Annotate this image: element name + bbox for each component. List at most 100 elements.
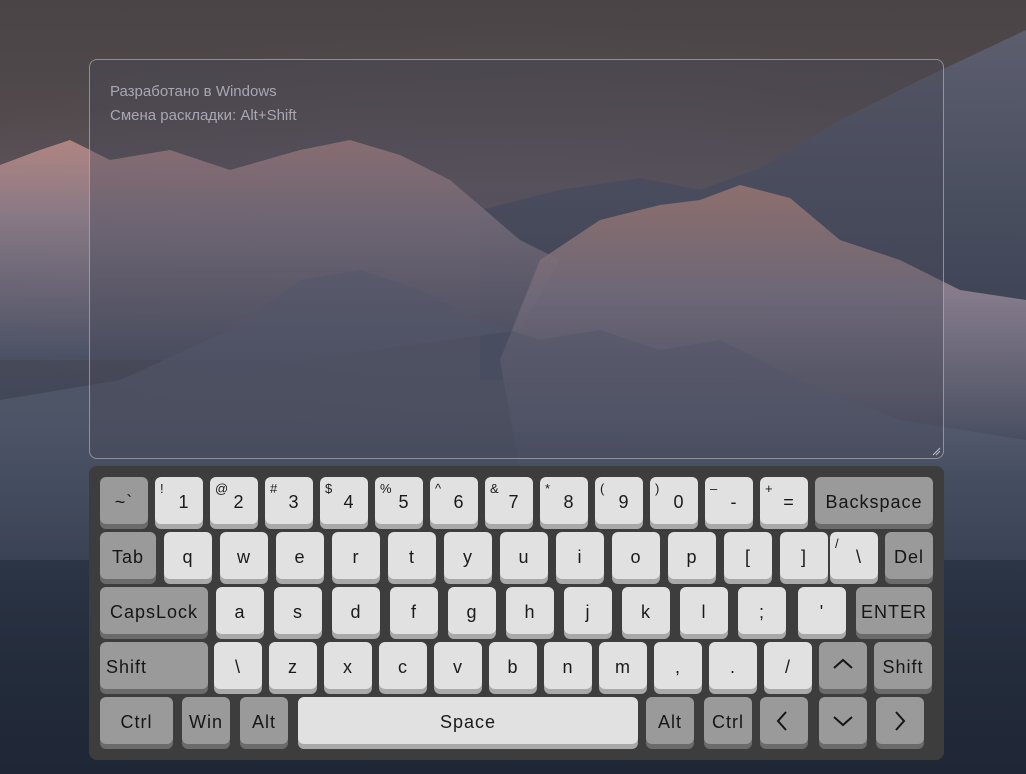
key-comma[interactable]: , xyxy=(654,642,702,689)
key-label: g xyxy=(466,602,478,622)
key-space[interactable]: Space xyxy=(298,697,638,744)
key-5[interactable]: % 5 xyxy=(375,477,423,524)
key-6[interactable]: ^ 6 xyxy=(430,477,478,524)
key-a[interactable]: a xyxy=(216,587,264,634)
key-label: CapsLock xyxy=(109,602,199,622)
key-label: 6 xyxy=(453,492,465,512)
key-o[interactable]: o xyxy=(612,532,660,579)
key-j[interactable]: j xyxy=(564,587,612,634)
key-period[interactable]: . xyxy=(709,642,757,689)
key-arrow-left[interactable] xyxy=(760,697,808,744)
key-label: \ xyxy=(234,657,241,677)
key-semicolon[interactable]: ; xyxy=(738,587,786,634)
key-bracket-right[interactable]: ] xyxy=(780,532,828,579)
key-bracket-left[interactable]: [ xyxy=(724,532,772,579)
key-alt-right[interactable]: Alt xyxy=(646,697,694,744)
key-shift-symbol: + xyxy=(765,481,773,496)
key-d[interactable]: d xyxy=(332,587,380,634)
key-b[interactable]: b xyxy=(489,642,537,689)
key-m[interactable]: m xyxy=(599,642,647,689)
key-quote[interactable]: ' xyxy=(798,587,846,634)
key-8[interactable]: * 8 xyxy=(540,477,588,524)
key-y[interactable]: y xyxy=(444,532,492,579)
key-label: o xyxy=(630,547,642,567)
key-backslash[interactable]: / \ xyxy=(830,532,878,579)
key-label: d xyxy=(350,602,362,622)
key-label: s xyxy=(293,602,303,622)
key-label: = xyxy=(783,492,795,512)
key-e[interactable]: e xyxy=(276,532,324,579)
key-slash[interactable]: / xyxy=(764,642,812,689)
key-r[interactable]: r xyxy=(332,532,380,579)
key-shift-symbol: / xyxy=(835,536,839,551)
key-shift-symbol: ^ xyxy=(435,481,442,496)
key-label: k xyxy=(641,602,651,622)
key-l[interactable]: l xyxy=(680,587,728,634)
key-f[interactable]: f xyxy=(390,587,438,634)
key-label: x xyxy=(343,657,353,677)
text-area[interactable]: Разработано в Windows Смена раскладки: A… xyxy=(89,59,944,459)
key-del[interactable]: Del xyxy=(885,532,933,579)
key-arrow-up[interactable] xyxy=(819,642,867,689)
key-minus[interactable]: – - xyxy=(705,477,753,524)
key-ctrl-left[interactable]: Ctrl xyxy=(100,697,173,744)
key-label: 0 xyxy=(673,492,685,512)
key-shift-left[interactable]: Shift xyxy=(100,642,208,689)
key-9[interactable]: (9 xyxy=(595,477,643,524)
key-x[interactable]: x xyxy=(324,642,372,689)
key-shift-symbol: # xyxy=(270,481,278,496)
key-label: f xyxy=(410,602,417,622)
key-backspace[interactable]: Backspace xyxy=(815,477,933,524)
arrow-up-icon xyxy=(833,658,853,669)
key-arrow-right[interactable] xyxy=(876,697,924,744)
key-c[interactable]: c xyxy=(379,642,427,689)
resize-grip-icon[interactable] xyxy=(931,446,941,456)
key-ctrl-right[interactable]: Ctrl xyxy=(704,697,752,744)
key-enter[interactable]: ENTER xyxy=(856,587,932,634)
key-label: q xyxy=(182,547,194,567)
key-p[interactable]: p xyxy=(668,532,716,579)
key-label: [ xyxy=(744,547,751,567)
key-3[interactable]: #3 xyxy=(265,477,313,524)
key-i[interactable]: i xyxy=(556,532,604,579)
key-arrow-down[interactable] xyxy=(819,697,867,744)
key-alt-left[interactable]: Alt xyxy=(240,697,288,744)
arrow-right-icon xyxy=(895,710,906,731)
key-label: c xyxy=(398,657,408,677)
key-v[interactable]: v xyxy=(434,642,482,689)
key-g[interactable]: g xyxy=(448,587,496,634)
key-tilde[interactable]: ~` xyxy=(100,477,148,524)
key-win[interactable]: Win xyxy=(182,697,230,744)
key-t[interactable]: t xyxy=(388,532,436,579)
key-label: 8 xyxy=(563,492,575,512)
key-label: l xyxy=(701,602,707,622)
key-label: h xyxy=(524,602,536,622)
key-w[interactable]: w xyxy=(220,532,268,579)
key-7[interactable]: & 7 xyxy=(485,477,533,524)
key-2[interactable]: @2 xyxy=(210,477,258,524)
key-z[interactable]: z xyxy=(269,642,317,689)
key-backslash-2[interactable]: \ xyxy=(214,642,262,689)
key-label: b xyxy=(507,657,519,677)
key-capslock[interactable]: CapsLock xyxy=(100,587,208,634)
key-0[interactable]: ) 0 xyxy=(650,477,698,524)
key-s[interactable]: s xyxy=(274,587,322,634)
key-label: n xyxy=(562,657,574,677)
key-tab[interactable]: Tab xyxy=(100,532,156,579)
key-label: Del xyxy=(893,547,924,567)
key-equals[interactable]: + = xyxy=(760,477,808,524)
key-4[interactable]: $4 xyxy=(320,477,368,524)
key-n[interactable]: n xyxy=(544,642,592,689)
key-shift-symbol: & xyxy=(490,481,499,496)
key-u[interactable]: u xyxy=(500,532,548,579)
key-h[interactable]: h xyxy=(506,587,554,634)
key-label: j xyxy=(585,602,591,622)
key-k[interactable]: k xyxy=(622,587,670,634)
key-shift-right[interactable]: Shift xyxy=(874,642,932,689)
key-q[interactable]: q xyxy=(164,532,212,579)
key-label: 7 xyxy=(508,492,520,512)
info-line-developed: Разработано в Windows xyxy=(110,83,277,100)
key-shift-symbol: @ xyxy=(215,481,229,496)
key-label: Shift xyxy=(882,657,924,677)
key-1[interactable]: ! 1 xyxy=(155,477,203,524)
